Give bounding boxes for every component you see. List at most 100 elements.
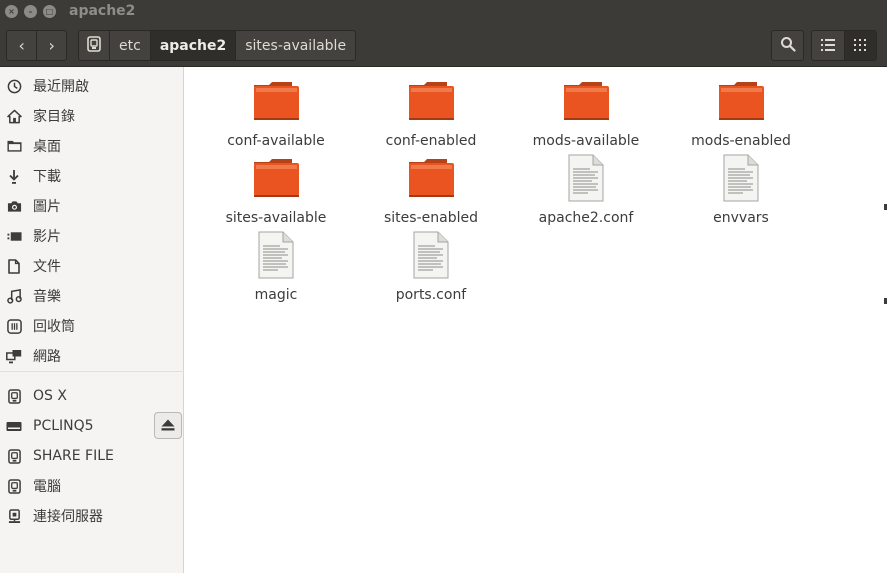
disk-icon bbox=[6, 418, 22, 434]
music-icon bbox=[6, 288, 22, 304]
path-item-sites-available[interactable]: sites-available bbox=[235, 31, 355, 60]
sidebar-item-label: 回收筒 bbox=[33, 319, 75, 335]
folder-icon bbox=[719, 82, 764, 120]
grid-view-icon bbox=[854, 36, 867, 55]
close-button[interactable]: × bbox=[5, 5, 18, 18]
file-name: ports.conf bbox=[395, 287, 467, 303]
folder-icon bbox=[409, 82, 454, 120]
file-name: conf-available bbox=[227, 133, 325, 149]
file-name: magic bbox=[254, 287, 298, 303]
folder-icon bbox=[254, 82, 299, 120]
sidebar-item-connect-server[interactable]: 連接伺服器 bbox=[0, 501, 184, 531]
folder-icon bbox=[409, 159, 454, 197]
back-button[interactable]: ‹ bbox=[7, 31, 36, 60]
sidebar-item-label: 文件 bbox=[33, 259, 61, 275]
sidebar-item-label: 家目錄 bbox=[33, 109, 75, 125]
sidebar: 最近開啟 家目錄 桌面 下載 圖片 影片 文件 音樂 回收筒 網路 OS X P… bbox=[0, 67, 184, 573]
file-item-magic[interactable]: magic bbox=[196, 231, 346, 305]
folder-icon bbox=[254, 159, 299, 197]
trash-icon bbox=[6, 318, 22, 334]
file-name: mods-enabled bbox=[691, 133, 791, 149]
sidebar-item-label: 音樂 bbox=[33, 289, 61, 305]
sidebar-item-label: 最近開啟 bbox=[33, 79, 89, 95]
document-icon bbox=[6, 258, 22, 274]
server-icon bbox=[6, 508, 22, 524]
sidebar-item-recent[interactable]: 最近開啟 bbox=[0, 71, 184, 101]
sidebar-item-trash[interactable]: 回收筒 bbox=[0, 311, 184, 341]
folder-icon bbox=[564, 82, 609, 120]
path-item-etc[interactable]: etc bbox=[109, 31, 150, 60]
download-icon bbox=[6, 168, 22, 184]
drive-icon bbox=[6, 478, 22, 494]
sidebar-item-network[interactable]: 網路 bbox=[0, 341, 184, 371]
network-icon bbox=[6, 348, 22, 364]
toolbar: ‹ › etc apache2 sites-available bbox=[0, 24, 887, 67]
file-item-envvars[interactable]: envvars bbox=[661, 154, 811, 228]
eject-icon bbox=[161, 416, 175, 435]
sidebar-item-documents[interactable]: 文件 bbox=[0, 251, 184, 281]
list-view-icon bbox=[820, 36, 835, 55]
sidebar-divider bbox=[0, 371, 184, 372]
search-button[interactable] bbox=[771, 30, 804, 61]
minimize-button[interactable]: – bbox=[24, 5, 37, 18]
text-file-icon bbox=[258, 231, 294, 279]
sidebar-item-osx[interactable]: OS X bbox=[0, 381, 184, 411]
sidebar-item-label: 網路 bbox=[33, 349, 61, 365]
forward-button[interactable]: › bbox=[36, 31, 66, 60]
sidebar-item-label: 影片 bbox=[33, 229, 61, 245]
sidebar-item-share-file[interactable]: SHARE FILE bbox=[0, 441, 184, 471]
eject-button[interactable] bbox=[154, 412, 182, 439]
file-item-apache2-conf[interactable]: apache2.conf bbox=[506, 154, 656, 228]
sidebar-item-videos[interactable]: 影片 bbox=[0, 221, 184, 251]
file-item-sites-enabled[interactable]: sites-enabled bbox=[351, 154, 501, 228]
sidebar-item-label: SHARE FILE bbox=[33, 448, 114, 464]
sidebar-item-computer[interactable]: 電腦 bbox=[0, 471, 184, 501]
sidebar-item-label: PCLINQ5 bbox=[33, 418, 94, 434]
path-root-button[interactable] bbox=[79, 31, 109, 60]
title-bar: × – □ apache2 bbox=[0, 0, 887, 24]
camera-icon bbox=[6, 198, 22, 214]
path-item-apache2[interactable]: apache2 bbox=[149, 31, 236, 60]
sidebar-item-home[interactable]: 家目錄 bbox=[0, 101, 184, 131]
folder-icon bbox=[6, 138, 22, 154]
window-title: apache2 bbox=[69, 3, 136, 19]
list-view-button[interactable] bbox=[812, 31, 844, 60]
maximize-button[interactable]: □ bbox=[43, 5, 56, 18]
drive-icon bbox=[87, 35, 101, 56]
nav-buttons: ‹ › bbox=[6, 30, 67, 61]
sidebar-item-downloads[interactable]: 下載 bbox=[0, 161, 184, 191]
file-view: conf-available conf-enabled mods-availab… bbox=[189, 67, 887, 573]
sidebar-item-label: 圖片 bbox=[33, 199, 61, 215]
text-file-icon bbox=[568, 154, 604, 202]
file-name: sites-enabled bbox=[384, 210, 478, 226]
clock-icon bbox=[6, 78, 22, 94]
file-item-mods-enabled[interactable]: mods-enabled bbox=[661, 77, 811, 151]
sidebar-item-label: OS X bbox=[33, 388, 67, 404]
sidebar-item-label: 桌面 bbox=[33, 139, 61, 155]
search-icon bbox=[780, 36, 796, 56]
sidebar-item-label: 下載 bbox=[33, 169, 61, 185]
file-item-mods-available[interactable]: mods-available bbox=[506, 77, 656, 151]
sidebar-item-label: 電腦 bbox=[33, 479, 61, 495]
sidebar-item-pictures[interactable]: 圖片 bbox=[0, 191, 184, 221]
home-icon bbox=[6, 108, 22, 124]
sidebar-item-label: 連接伺服器 bbox=[33, 509, 103, 525]
file-name: sites-available bbox=[225, 210, 327, 226]
breadcrumb: etc apache2 sites-available bbox=[78, 30, 357, 61]
sidebar-item-desktop[interactable]: 桌面 bbox=[0, 131, 184, 161]
file-item-conf-enabled[interactable]: conf-enabled bbox=[351, 77, 501, 151]
view-switcher bbox=[811, 30, 877, 61]
text-file-icon bbox=[723, 154, 759, 202]
drive-icon bbox=[6, 448, 22, 464]
file-item-conf-available[interactable]: conf-available bbox=[196, 77, 346, 151]
grid-view-button[interactable] bbox=[843, 31, 876, 60]
file-name: conf-enabled bbox=[385, 133, 477, 149]
file-item-sites-available[interactable]: sites-available bbox=[196, 154, 346, 228]
video-icon bbox=[6, 228, 22, 244]
file-name: apache2.conf bbox=[538, 210, 634, 226]
drive-icon bbox=[6, 388, 22, 404]
file-name: mods-available bbox=[532, 133, 640, 149]
sidebar-item-music[interactable]: 音樂 bbox=[0, 281, 184, 311]
text-file-icon bbox=[413, 231, 449, 279]
file-item-ports-conf[interactable]: ports.conf bbox=[351, 231, 501, 305]
